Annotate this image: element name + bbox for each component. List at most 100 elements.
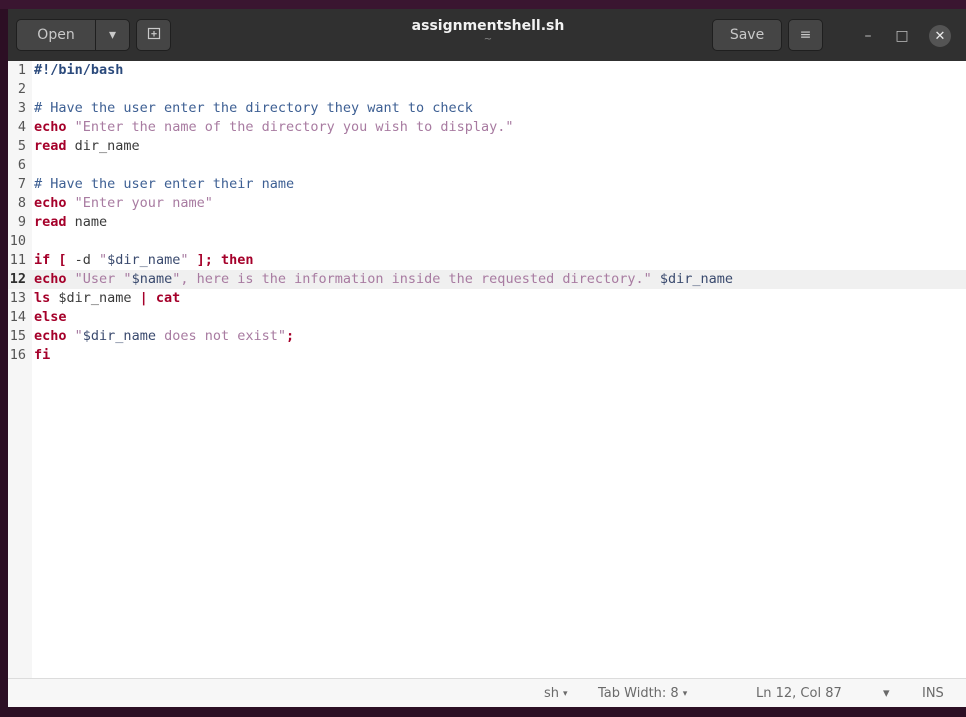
line-number: 5	[17, 138, 26, 154]
code-token: #!/bin/bash	[34, 62, 124, 78]
code-token: "	[99, 252, 108, 268]
line-number: 14	[9, 309, 26, 325]
code-token: ls	[34, 290, 51, 306]
code-token: "	[74, 328, 83, 344]
maximize-icon: □	[895, 28, 909, 44]
desktop-top-strip	[0, 0, 966, 9]
code-text: echo "Enter your name"	[34, 194, 213, 213]
code-editor[interactable]: 1 #!/bin/bash 2 3 # Have the user enter the …	[8, 61, 966, 678]
code-token: does not exist"	[155, 328, 286, 344]
line-number: 2	[17, 81, 26, 97]
code-line[interactable]: 4 echo "Enter the name of the directory y…	[8, 118, 966, 137]
code-line[interactable]: 8 echo "Enter your name"	[8, 194, 966, 213]
code-text: ls $dir_name | cat	[34, 289, 180, 308]
code-text: # Have the user enter the directory they…	[34, 99, 473, 118]
code-line[interactable]: 3 # Have the user enter the directory the…	[8, 99, 966, 118]
open-button[interactable]: Open	[16, 19, 96, 51]
code-line[interactable]: 7 # Have the user enter their name	[8, 175, 966, 194]
code-line[interactable]: 14 else	[8, 308, 966, 327]
open-button-label: Open	[37, 27, 75, 43]
code-line[interactable]: 15 echo "$dir_name does not exist";	[8, 327, 966, 346]
code-token: read	[34, 214, 67, 230]
menu-button[interactable]: ≡	[788, 19, 823, 51]
code-text: read dir_name	[34, 137, 140, 156]
line-number: 12	[9, 271, 26, 287]
code-line[interactable]: 5 read dir_name	[8, 137, 966, 156]
code-line[interactable]: 16 fi	[8, 346, 966, 365]
position-dropdown[interactable]: ▾	[883, 685, 890, 703]
code-token: "User "	[74, 271, 132, 287]
code-text: fi	[34, 346, 50, 365]
close-icon: ✕	[934, 28, 946, 44]
line-number: 1	[17, 62, 26, 78]
code-line[interactable]: 12 echo "User "$name", here is the inform…	[8, 270, 966, 289]
code-line[interactable]: 2	[8, 80, 966, 99]
window-title: assignmentshell.sh	[411, 18, 565, 34]
code-token: echo	[34, 271, 67, 287]
line-number: 11	[9, 252, 26, 268]
code-line[interactable]: 13 ls $dir_name | cat	[8, 289, 966, 308]
line-number: 4	[17, 119, 26, 135]
chevron-down-icon: ▾	[108, 27, 117, 43]
code-text: read name	[34, 213, 107, 232]
maximize-button[interactable]: □	[891, 25, 913, 47]
code-token: name	[66, 214, 108, 230]
code-token: if [	[34, 252, 67, 268]
close-button[interactable]: ✕	[929, 25, 951, 47]
code-line[interactable]: 6	[8, 156, 966, 175]
line-number: 9	[17, 214, 26, 230]
code-token: # Have the user enter their name	[34, 176, 295, 192]
code-token: $name	[131, 271, 173, 287]
code-text: if [ -d "$dir_name" ]; then	[34, 251, 254, 270]
language-label: sh	[544, 686, 560, 701]
window-title-area: assignmentshell.sh ~	[338, 17, 638, 45]
insert-mode-indicator: INS	[922, 685, 944, 703]
code-line[interactable]: 9 read name	[8, 213, 966, 232]
code-token: $dir_name	[50, 290, 140, 306]
insert-mode-label: INS	[922, 686, 944, 701]
new-tab-button[interactable]	[136, 19, 171, 51]
code-token: read	[34, 138, 67, 154]
code-line[interactable]: 1 #!/bin/bash	[8, 61, 966, 80]
code-token: $dir_name	[107, 252, 181, 268]
line-number: 3	[17, 100, 26, 116]
line-number: 7	[17, 176, 26, 192]
save-button[interactable]: Save	[712, 19, 782, 51]
chevron-down-icon: ▾	[883, 686, 890, 701]
open-menu-button[interactable]: ▾	[95, 19, 130, 51]
tab-width-label: Tab Width: 8	[598, 686, 679, 701]
code-token: ]; then	[196, 252, 254, 268]
language-selector[interactable]: sh ▾	[544, 685, 568, 704]
code-token: -d	[66, 252, 100, 268]
save-button-label: Save	[729, 27, 765, 43]
code-line[interactable]: 10	[8, 232, 966, 251]
tab-width-selector[interactable]: Tab Width: 8 ▾	[598, 685, 687, 704]
code-token: $dir_name	[659, 271, 734, 287]
code-token: dir_name	[66, 138, 140, 154]
desktop-bottom-strip	[0, 707, 966, 717]
code-token: fi	[34, 347, 51, 363]
header-bar: Open ▾ assignmentshell.sh ~ Save ≡ – □ ✕	[8, 9, 966, 62]
code-text: echo "Enter the name of the directory yo…	[34, 118, 514, 137]
chevron-down-icon: ▾	[682, 689, 688, 699]
line-number: 15	[9, 328, 26, 344]
chevron-down-icon: ▾	[563, 689, 568, 699]
new-tab-icon	[147, 26, 161, 44]
code-token: "Enter the name of the directory you wis…	[74, 119, 514, 135]
code-line[interactable]: 11 if [ -d "$dir_name" ]; then	[8, 251, 966, 270]
minimize-button[interactable]: –	[857, 25, 879, 47]
line-number: 10	[9, 233, 26, 249]
cursor-position[interactable]: Ln 12, Col 87	[756, 685, 842, 703]
line-number: 6	[17, 157, 26, 173]
code-token: echo	[34, 328, 67, 344]
code-token: $dir_name	[82, 328, 156, 344]
code-token: echo	[34, 195, 67, 211]
code-text: else	[34, 308, 67, 327]
line-number: 8	[17, 195, 26, 211]
